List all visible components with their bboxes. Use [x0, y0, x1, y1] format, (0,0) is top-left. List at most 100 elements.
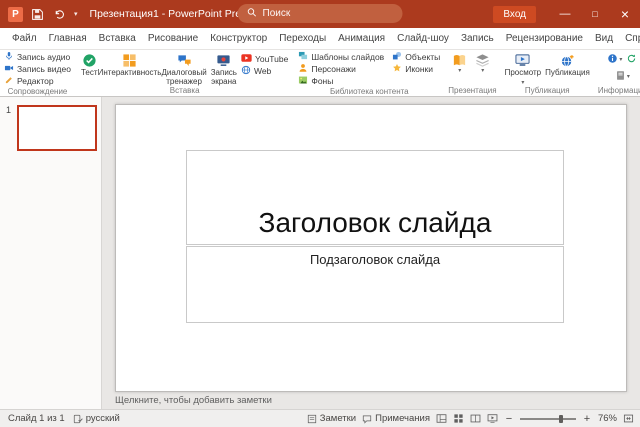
comments-toggle-button[interactable]: Примечания: [362, 413, 430, 424]
window-title: Презентация1 - PowerPoint Preview: [90, 8, 263, 20]
slide-canvas[interactable]: Заголовок слайда Подзаголовок слайда: [115, 104, 627, 392]
screen-record-icon: [216, 52, 231, 68]
icons-button[interactable]: Иконки: [390, 63, 442, 75]
title-placeholder[interactable]: Заголовок слайда: [186, 150, 564, 245]
slide-templates-button[interactable]: Шаблоны слайдов: [296, 51, 386, 63]
tab-transitions[interactable]: Переходы: [273, 28, 332, 49]
save-icon[interactable]: [30, 7, 45, 22]
record-audio-button[interactable]: Запись аудио: [2, 51, 72, 63]
tab-view[interactable]: Вид: [589, 28, 619, 49]
slide-title-text: Заголовок слайда: [259, 207, 492, 239]
tab-insert[interactable]: Вставка: [93, 28, 142, 49]
presentation-player-button[interactable]: ▾: [450, 51, 469, 74]
powerpoint-app-icon[interactable]: P: [8, 7, 23, 22]
reading-view-button[interactable]: [470, 413, 481, 424]
star-icon: [392, 63, 402, 75]
tab-design[interactable]: Конструктор: [204, 28, 273, 49]
close-button[interactable]: ×: [610, 0, 640, 28]
tab-slideshow[interactable]: Слайд-шоу: [391, 28, 455, 49]
sign-in-button[interactable]: Вход: [493, 6, 536, 23]
normal-view-button[interactable]: [436, 413, 447, 424]
fit-to-window-button[interactable]: [623, 413, 634, 424]
ribbon-group-content-library: Шаблоны слайдов Персонажи Фоны Объекты: [294, 50, 444, 96]
ribbon: Запись аудио Запись видео Редактор Сопро…: [0, 50, 640, 97]
zoom-out-button[interactable]: −: [504, 413, 514, 425]
preview-button[interactable]: Просмотр ▾: [503, 51, 544, 86]
notes-icon: [307, 414, 317, 424]
search-icon: [247, 5, 258, 23]
minimize-button[interactable]: —: [550, 0, 580, 28]
quick-access-chevron-icon[interactable]: ▾: [74, 10, 78, 18]
spellcheck-icon: [73, 414, 83, 424]
video-camera-icon: [4, 63, 14, 75]
chevron-down-icon: ▾: [521, 80, 524, 86]
youtube-button[interactable]: YouTube: [239, 53, 290, 65]
ribbon-tab-row: Файл Главная Вставка Рисование Конструкт…: [0, 28, 640, 50]
chevron-down-icon: ▾: [627, 74, 630, 80]
slide-sorter-view-button[interactable]: [453, 413, 464, 424]
tab-animations[interactable]: Анимация: [332, 28, 391, 49]
help-book-button[interactable]: ▾: [614, 68, 631, 85]
chevron-down-icon: ▾: [481, 68, 484, 74]
info-button[interactable]: ▾: [606, 51, 623, 68]
slide-editor: Заголовок слайда Подзаголовок слайда Щел…: [102, 97, 640, 409]
notes-area[interactable]: Щелкните, чтобы добавить заметки: [102, 392, 640, 406]
zoom-in-button[interactable]: +: [582, 413, 592, 425]
dialog-simulation-button[interactable]: Диалоговый тренажер: [160, 51, 209, 86]
group-label-accompaniment: Сопровождение: [2, 87, 73, 97]
microphone-icon: [4, 51, 14, 63]
chevron-down-icon: ▾: [458, 68, 461, 74]
search-box[interactable]: [238, 4, 403, 23]
subtitle-placeholder[interactable]: Подзаголовок слайда: [186, 246, 564, 323]
tab-file[interactable]: Файл: [6, 28, 43, 49]
language-indicator[interactable]: русский: [73, 413, 120, 424]
group-label-insert: Вставка: [79, 86, 290, 96]
zoom-slider[interactable]: [520, 414, 576, 424]
quick-access-toolbar: P ▾: [0, 7, 86, 22]
group-label-content-library: Библиотека контента: [296, 87, 442, 97]
tab-review[interactable]: Рецензирование: [500, 28, 589, 49]
thumbnail-row: 1: [0, 105, 101, 151]
tab-home[interactable]: Главная: [43, 28, 93, 49]
screen-recording-button[interactable]: Запись экрана: [209, 51, 239, 86]
slide-templates-icon: [298, 51, 308, 63]
person-icon: [298, 63, 308, 75]
quiz-button[interactable]: Тест: [79, 51, 100, 78]
tab-draw[interactable]: Рисование: [142, 28, 204, 49]
book-icon: [452, 52, 467, 68]
characters-button[interactable]: Персонажи: [296, 63, 386, 75]
slide-counter: Слайд 1 из 1: [8, 413, 65, 424]
group-label-information: Информация: [598, 86, 640, 96]
tab-help[interactable]: Справка: [619, 28, 640, 49]
zoom-slider-thumb[interactable]: [559, 415, 563, 423]
publish-button[interactable]: Публикация: [543, 51, 592, 78]
presentation-resources-button[interactable]: ▾: [473, 51, 492, 74]
ribbon-tabs: Файл Главная Вставка Рисование Конструкт…: [0, 28, 640, 49]
workspace: 1 Заголовок слайда Подзаголовок слайда Щ…: [0, 97, 640, 409]
preview-monitor-icon: [515, 52, 530, 68]
objects-button[interactable]: Объекты: [390, 51, 442, 63]
search-input[interactable]: [263, 8, 383, 19]
statusbar: Слайд 1 из 1 русский Заметки Примечания …: [0, 409, 640, 427]
landscape-icon: [298, 75, 308, 87]
group-label-publication: Публикация: [503, 86, 592, 96]
interactivity-button[interactable]: Интерактивность: [100, 51, 160, 78]
comment-icon: [362, 414, 372, 424]
slide-thumbnail[interactable]: [17, 105, 97, 151]
maximize-button[interactable]: □: [580, 0, 610, 28]
layers-icon: [475, 52, 490, 68]
globe-icon: [241, 65, 251, 77]
ribbon-group-insert: Тест Интерактивность Диалоговый тренажер…: [77, 50, 292, 96]
slideshow-view-button[interactable]: [487, 413, 498, 424]
notes-toggle-button[interactable]: Заметки: [307, 413, 356, 424]
titlebar-right: Вход — □ ×: [493, 0, 640, 28]
updates-button[interactable]: [625, 51, 638, 68]
zoom-level[interactable]: 76%: [598, 413, 617, 424]
web-object-button[interactable]: Web: [239, 65, 290, 77]
backgrounds-button[interactable]: Фоны: [296, 75, 386, 87]
record-video-button[interactable]: Запись видео: [2, 63, 73, 75]
tab-recording[interactable]: Запись: [455, 28, 500, 49]
shapes-icon: [392, 51, 402, 63]
editor-button[interactable]: Редактор: [2, 75, 56, 87]
undo-icon[interactable]: [52, 7, 67, 22]
